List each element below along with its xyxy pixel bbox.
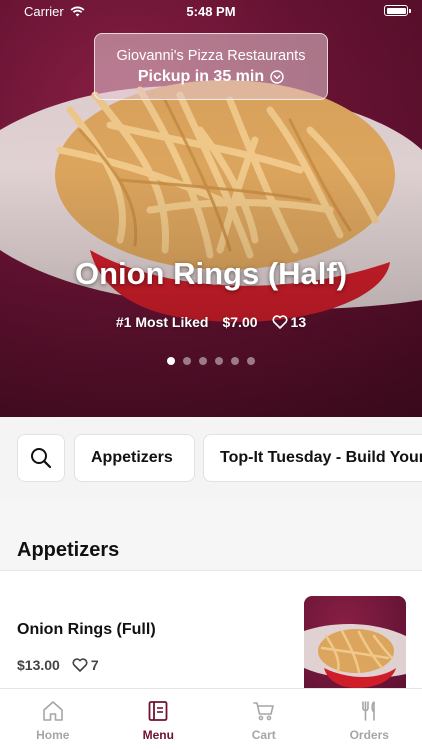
- menu-item-likes[interactable]: 7: [72, 657, 99, 673]
- heart-icon: [72, 658, 88, 672]
- clock: 5:48 PM: [186, 4, 236, 19]
- carousel-dot[interactable]: [199, 357, 207, 365]
- onion-rings-thumbnail-photo: [304, 624, 406, 688]
- menu-item-thumbnail: [304, 596, 406, 698]
- featured-item-meta: #1 Most Liked $7.00 13: [0, 314, 422, 330]
- carousel-dot[interactable]: [231, 357, 239, 365]
- tab-menu[interactable]: Menu: [106, 689, 212, 750]
- fork-knife-icon: [362, 701, 376, 721]
- chevron-down-circle-icon: [270, 70, 284, 84]
- most-liked-badge: #1 Most Liked: [115, 314, 209, 330]
- search-button[interactable]: [17, 434, 65, 482]
- menu-item-name: Onion Rings (Full): [17, 621, 156, 638]
- tab-orders[interactable]: Orders: [317, 689, 422, 750]
- carousel-dot[interactable]: [247, 357, 255, 365]
- menu-item-likes-count: 7: [90, 657, 99, 673]
- tab-menu-label: Menu: [142, 728, 174, 742]
- menu-item-price: $13.00: [17, 657, 60, 673]
- pickup-time: Pickup in 35 min: [137, 68, 265, 85]
- featured-item-likes[interactable]: 13: [272, 314, 307, 330]
- menu-item-meta: $13.00 7: [17, 657, 99, 673]
- tab-home[interactable]: Home: [0, 689, 106, 750]
- carousel-dot[interactable]: [167, 357, 175, 365]
- tab-bar: Home Menu Cart Orders: [0, 688, 422, 750]
- tab-cart[interactable]: Cart: [211, 689, 317, 750]
- home-icon: [42, 701, 63, 721]
- featured-item-title: Onion Rings (Half): [74, 256, 348, 291]
- pickup-selector[interactable]: Giovanni's Pizza Restaurants Pickup in 3…: [94, 33, 328, 100]
- tab-cart-label: Cart: [251, 728, 276, 742]
- status-bar: Carrier 5:48 PM: [0, 0, 422, 24]
- carousel-page-indicator[interactable]: [0, 357, 422, 365]
- menu-item-row[interactable]: Onion Rings (Full) $13.00 7: [0, 570, 422, 700]
- tab-home-label: Home: [36, 728, 70, 742]
- carousel-dot[interactable]: [183, 357, 191, 365]
- hero-banner[interactable]: Carrier 5:48 PM Giovanni's Pizza Restaur…: [0, 0, 422, 417]
- menu-book-icon: [148, 701, 168, 721]
- featured-item-price: $7.00: [222, 314, 258, 330]
- section-title: Appetizers: [17, 539, 120, 561]
- tab-orders-label: Orders: [349, 728, 389, 742]
- heart-icon: [272, 315, 288, 329]
- category-bar: Appetizers Top-It Tuesday - Build Your: [0, 417, 422, 499]
- cart-icon: [252, 702, 274, 721]
- search-icon: [31, 448, 52, 469]
- menu-section-header: Appetizers: [0, 499, 422, 569]
- carousel-dot[interactable]: [215, 357, 223, 365]
- featured-likes-count: 13: [290, 314, 307, 330]
- category-chip-top-it-tuesday[interactable]: Top-It Tuesday - Build Your: [203, 434, 422, 482]
- restaurant-name: Giovanni's Pizza Restaurants: [116, 48, 306, 64]
- battery-icon: [384, 5, 411, 16]
- category-chip-appetizers[interactable]: Appetizers: [74, 434, 195, 482]
